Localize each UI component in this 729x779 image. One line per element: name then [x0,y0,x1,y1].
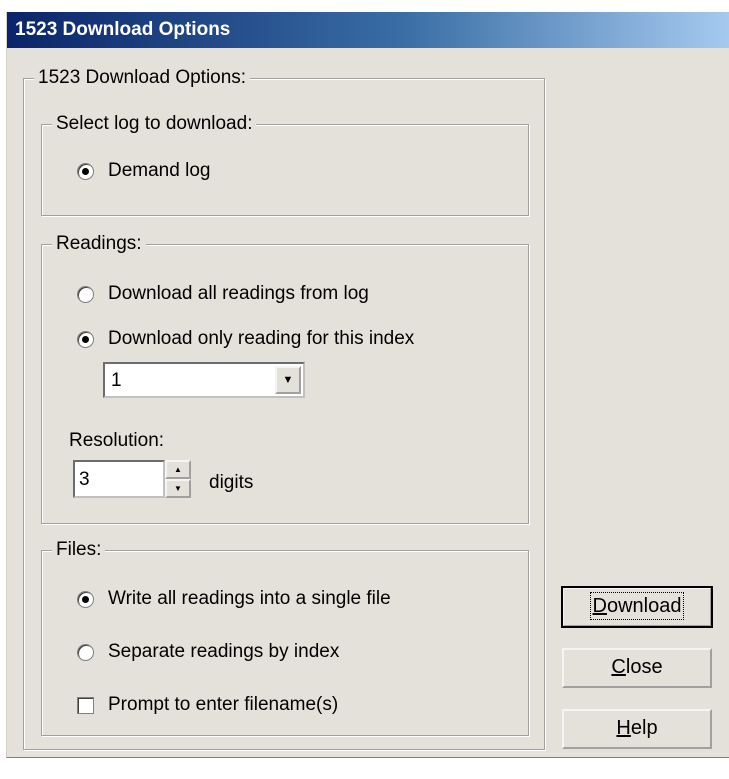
close-label: lose [625,656,663,678]
download-index-radio[interactable]: Download only reading for this index [77,328,414,350]
radio-icon[interactable] [77,162,94,180]
readings-group-label: Readings: [52,232,146,256]
download-button[interactable]: Download [561,586,713,628]
resolution-label-text: Resolution: [69,430,165,451]
help-button[interactable]: Help [562,709,712,749]
close-mnemonic: C [611,656,626,678]
download-all-radio[interactable]: Download all readings from log [77,283,369,305]
download-options-dialog: 1523 Download Options 1523 Download Opti… [6,12,729,758]
separate-index-label: Separate readings by index [108,641,340,662]
spin-down-icon[interactable]: ▼ [165,479,191,498]
title-bar: 1523 Download Options [7,12,729,48]
download-index-label: Download only reading for this index [108,328,415,349]
outer-group-label: 1523 Download Options: [34,66,251,90]
download-label: ownload [606,595,682,617]
separate-index-radio[interactable]: Separate readings by index [77,641,339,663]
dropdown-arrow-icon[interactable]: ▼ [275,366,301,394]
demand-log-label: Demand log [108,160,211,181]
resolution-label: Resolution: [69,430,164,452]
download-all-label: Download all readings from log [108,283,369,304]
log-group-label: Select log to download: [52,112,257,136]
prompt-filename-checkbox[interactable]: Prompt to enter filename(s) [77,694,338,716]
single-file-label: Write all readings into a single file [108,588,391,609]
checkbox-icon[interactable] [77,696,94,714]
resolution-unit-text: digits [209,472,254,493]
help-mnemonic: H [616,717,631,739]
window-title: 1523 Download Options [15,19,231,40]
index-select-value: 1 [111,370,122,391]
resolution-value: 3 [79,469,90,490]
resolution-spinner[interactable]: ▲ ▼ [165,460,191,498]
resolution-input[interactable]: 3 [73,460,165,498]
single-file-radio[interactable]: Write all readings into a single file [77,588,391,610]
prompt-filename-label: Prompt to enter filename(s) [108,694,339,715]
resolution-unit: digits [209,472,253,494]
radio-icon[interactable] [77,285,94,303]
radio-icon[interactable] [77,643,94,661]
index-select[interactable]: 1 ▼ [103,362,305,398]
files-group-label: Files: [52,538,106,562]
radio-icon[interactable] [77,330,94,348]
close-button[interactable]: Close [562,648,712,688]
radio-icon[interactable] [77,590,94,608]
download-mnemonic: D [592,595,607,617]
demand-log-radio[interactable]: Demand log [77,160,210,182]
spin-up-icon[interactable]: ▲ [165,460,191,479]
help-label: elp [630,717,658,739]
